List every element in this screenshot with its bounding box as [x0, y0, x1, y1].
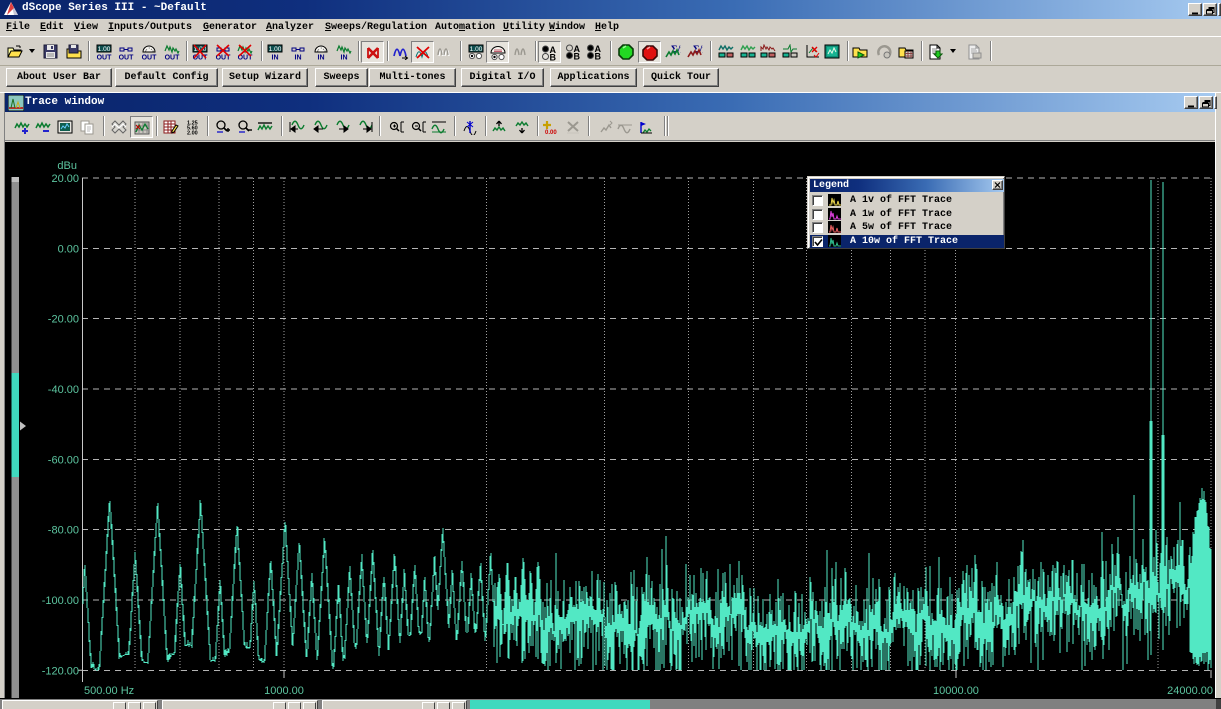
svg-text:dBu: dBu: [57, 160, 77, 172]
svg-text:-20.00: -20.00: [48, 314, 79, 326]
svg-text:B: B: [574, 52, 581, 61]
svg-text:Σ/n: Σ/n: [693, 45, 703, 56]
svg-text:10000.00: 10000.00: [933, 685, 979, 697]
svg-text:1.00: 1.00: [269, 46, 282, 53]
svg-text:-60.00: -60.00: [48, 454, 79, 466]
svg-text:24000.00: 24000.00: [1167, 685, 1213, 697]
svg-text:OUT: OUT: [96, 55, 111, 61]
svg-text:IN: IN: [318, 55, 325, 61]
svg-text:B: B: [550, 53, 557, 62]
svg-text:-120.00: -120.00: [42, 665, 79, 677]
svg-text:OUT: OUT: [165, 55, 180, 61]
svg-text:1.00: 1.00: [97, 46, 110, 53]
svg-text:0.00: 0.00: [545, 130, 557, 135]
svg-text:20.00: 20.00: [51, 173, 79, 185]
svg-text:1000.00: 1000.00: [264, 685, 304, 697]
svg-text:Σ/n: Σ/n: [671, 45, 681, 56]
svg-text:IN: IN: [272, 55, 279, 61]
svg-text:1.00: 1.00: [469, 46, 482, 53]
svg-text:0.00: 0.00: [58, 243, 79, 255]
svg-text:500.00 Hz: 500.00 Hz: [84, 685, 134, 697]
svg-text:-80.00: -80.00: [48, 525, 79, 537]
svg-text:IN: IN: [340, 55, 347, 61]
svg-text:-100.00: -100.00: [42, 595, 79, 607]
svg-text:OUT: OUT: [141, 55, 156, 61]
svg-text:IN: IN: [295, 55, 302, 61]
svg-text:2.00: 2.00: [187, 131, 198, 136]
svg-text:B: B: [594, 52, 601, 61]
svg-text:OUT: OUT: [119, 55, 134, 61]
svg-text:-40.00: -40.00: [48, 384, 79, 396]
